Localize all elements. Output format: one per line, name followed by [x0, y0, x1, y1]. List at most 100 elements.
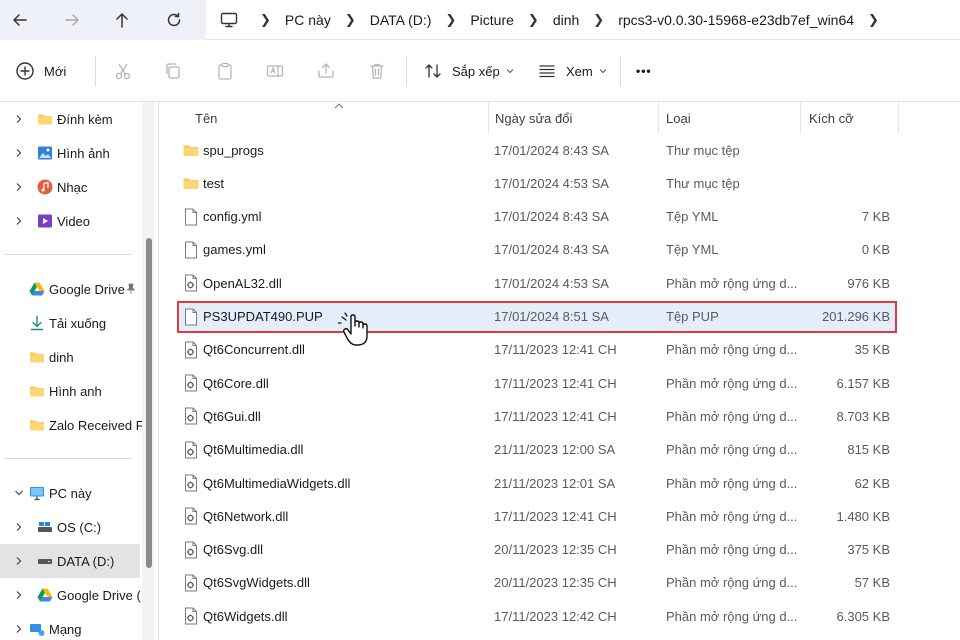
file-name: OpenAL32.dll — [203, 275, 282, 291]
sidebar-item-this-pc[interactable]: PC này — [0, 476, 140, 510]
table-row[interactable]: Qt6Network.dll 17/11/2023 12:41 CH Phần mở… — [177, 500, 897, 532]
chevron-right-icon[interactable] — [14, 114, 24, 124]
trash-icon — [364, 58, 390, 84]
column-divider[interactable] — [800, 102, 801, 134]
file-date: 17/01/2024 4:53 SA — [494, 275, 609, 291]
sidebar-item-data-d[interactable]: DATA (D:) — [0, 544, 140, 578]
view-label: Xem — [566, 63, 593, 79]
table-row[interactable]: Qt6Svg.dll 20/11/2023 12:35 CH Phần mở rộn… — [177, 534, 897, 566]
sidebar-item-label: Mạng — [49, 621, 82, 637]
dll-file-icon — [185, 407, 197, 425]
breadcrumb-data-drive[interactable]: DATA (D:) — [370, 12, 432, 28]
rename-button[interactable] — [262, 56, 288, 86]
new-button[interactable]: Mới — [12, 56, 66, 86]
file-type: Phần mở rộng ứng d... — [666, 575, 798, 591]
chevron-right-icon[interactable] — [14, 182, 24, 192]
table-row[interactable]: games.yml 17/01/2024 8:43 SA Tệp YML 0 KB — [177, 234, 897, 266]
sidebar-item-os-c[interactable]: OS (C:) — [0, 510, 140, 544]
sidebar-item-label: PC này — [49, 485, 92, 501]
chevron-right-icon[interactable] — [14, 556, 24, 566]
chevron-right-icon[interactable]: ❯ — [445, 12, 456, 28]
table-row[interactable]: Qt6Gui.dll 17/11/2023 12:41 CH Phần mở rộn… — [177, 400, 897, 432]
chevron-right-icon[interactable]: ❯ — [593, 12, 604, 28]
refresh-icon[interactable] — [160, 6, 188, 34]
file-type: Tệp YML — [666, 209, 719, 225]
table-row[interactable]: OpenAL32.dll 17/01/2024 4:53 SA Phần mở rộ… — [177, 267, 897, 299]
view-button[interactable]: Xem — [534, 56, 607, 86]
column-header-date[interactable]: Ngày sửa đổi — [495, 102, 655, 134]
chevron-down-icon[interactable] — [14, 488, 24, 498]
back-arrow-icon[interactable] — [6, 6, 34, 34]
divider — [4, 254, 132, 255]
sidebar-item-attachments[interactable]: Đính kèm — [0, 102, 140, 136]
file-date: 17/01/2024 8:43 SA — [494, 142, 609, 158]
chevron-right-icon[interactable]: ❯ — [260, 12, 271, 28]
chevron-right-icon[interactable] — [14, 590, 24, 600]
chevron-right-icon[interactable] — [14, 148, 24, 158]
more-options-button[interactable]: ••• — [636, 56, 652, 86]
chevron-right-icon[interactable] — [14, 522, 24, 532]
paste-button[interactable] — [212, 56, 238, 86]
folder-icon — [30, 352, 44, 363]
table-row[interactable]: Qt6Widgets.dll 17/11/2023 12:42 CH Phần mở… — [177, 600, 897, 632]
file-name: Qt6Core.dll — [203, 375, 269, 391]
chevron-right-icon[interactable] — [14, 624, 24, 634]
forward-arrow-icon[interactable] — [58, 6, 86, 34]
table-row[interactable]: Qt6Concurrent.dll 17/11/2023 12:41 CH Phần… — [177, 334, 897, 366]
monitor-icon — [220, 12, 238, 27]
column-header-label: Kích cỡ — [809, 110, 854, 126]
copy-button[interactable] — [160, 56, 186, 86]
sidebar-item-pictures[interactable]: Hình ảnh — [0, 136, 140, 170]
network-icon — [30, 624, 45, 636]
sidebar-item-video[interactable]: Video — [0, 204, 140, 238]
breadcrumb-pc[interactable]: PC này — [285, 12, 331, 28]
table-row[interactable]: Qt6MultimediaWidgets.dll 21/11/2023 12:01… — [177, 467, 897, 499]
folder-icon — [183, 178, 199, 190]
sidebar-item-hinh-anh[interactable]: Hình anh — [0, 374, 140, 408]
file-type: Phần mở rộng ứng d... — [666, 408, 798, 424]
sidebar-scrollbar-thumb[interactable] — [146, 238, 152, 568]
breadcrumb-rpcs3[interactable]: rpcs3-v0.0.30-15968-e23db7ef_win64 — [618, 12, 854, 28]
file-name: Qt6Svg.dll — [203, 542, 263, 558]
sidebar-item-network[interactable]: Mạng — [0, 612, 140, 640]
chevron-right-icon[interactable]: ❯ — [528, 12, 539, 28]
table-row[interactable]: Qt6Multimedia.dll 21/11/2023 12:00 SA Phần… — [177, 434, 897, 466]
column-divider[interactable] — [488, 102, 489, 134]
column-header-name[interactable]: Tên — [195, 102, 485, 134]
sort-button[interactable]: Sắp xếp — [420, 56, 514, 86]
file-size: 6.305 KB — [836, 608, 891, 624]
breadcrumb-dinh[interactable]: dinh — [553, 12, 579, 28]
sidebar-item-downloads[interactable]: Tải xuống — [0, 306, 140, 340]
sidebar-item-zalo-received[interactable]: Zalo Received Fil — [0, 408, 149, 442]
divider — [4, 458, 132, 459]
column-header-size[interactable]: Kích cỡ — [809, 102, 899, 134]
sidebar-item-music[interactable]: Nhạc — [0, 170, 140, 204]
sidebar-item-google-drive[interactable]: Google Drive — [0, 272, 140, 306]
file-type: Thư mục tệp — [666, 175, 740, 191]
table-row[interactable]: Qt6Core.dll 17/11/2023 12:41 CH Phần mở rộ… — [177, 367, 897, 399]
share-button[interactable] — [313, 56, 339, 86]
table-row-selected[interactable]: PS3UPDAT490.PUP 17/01/2024 8:51 SA Tệp PUP… — [177, 300, 897, 333]
file-date: 21/11/2023 12:01 SA — [494, 475, 616, 491]
table-row[interactable]: config.yml 17/01/2024 8:43 SA Tệp YML 7 KB — [177, 201, 897, 233]
sidebar-item-label: DATA (D:) — [57, 553, 115, 569]
file-size — [797, 167, 890, 199]
table-row[interactable]: spu_progs 17/01/2024 8:43 SA Thư mục tệp — [177, 134, 897, 166]
address-bar[interactable]: ❯ PC này ❯ DATA (D:) ❯ Picture ❯ dinh ❯ … — [206, 0, 960, 40]
column-divider[interactable] — [898, 102, 899, 134]
delete-button[interactable] — [364, 56, 390, 86]
up-arrow-icon[interactable] — [108, 6, 136, 34]
column-header-type[interactable]: Loại — [666, 102, 796, 134]
sidebar-item-dinh[interactable]: dinh — [0, 340, 140, 374]
chevron-right-icon[interactable]: ❯ — [345, 12, 356, 28]
chevron-right-icon[interactable] — [14, 216, 24, 226]
table-row[interactable]: test 17/01/2024 4:53 SA Thư mục tệp — [177, 167, 897, 199]
file-size: 6.157 KB — [836, 375, 891, 391]
chevron-right-icon[interactable]: ❯ — [868, 12, 879, 28]
breadcrumb-picture[interactable]: Picture — [470, 12, 514, 28]
table-row[interactable]: Qt6SvgWidgets.dll 20/11/2023 12:35 CH Phần… — [177, 567, 897, 599]
cut-button[interactable] — [110, 56, 136, 86]
sidebar-item-google-drive-mount[interactable]: Google Drive ( — [0, 578, 141, 612]
dll-file-icon — [185, 541, 197, 559]
column-divider[interactable] — [658, 102, 659, 134]
